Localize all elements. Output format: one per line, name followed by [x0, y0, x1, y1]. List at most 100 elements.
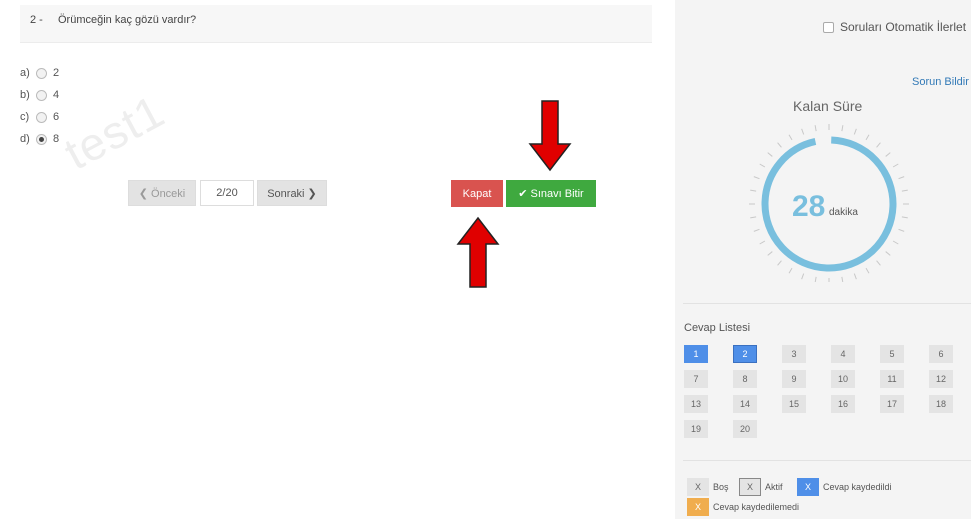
option-value: 4	[53, 89, 60, 101]
question-number: 2 -	[30, 14, 43, 26]
legend-label: Boş	[713, 482, 729, 492]
legend-box-active: X	[739, 478, 761, 496]
timer-tick	[865, 267, 870, 274]
next-button[interactable]: Sonraki ❯	[257, 180, 327, 206]
timer-unit: dakika	[829, 207, 858, 218]
option-radio-selected[interactable]	[36, 133, 47, 145]
option-radio[interactable]	[36, 67, 47, 79]
timer-tick	[759, 163, 766, 168]
answer-cell[interactable]: 12	[929, 370, 953, 388]
answer-cell[interactable]: 1	[684, 345, 708, 363]
legend-box-saved: X	[797, 478, 819, 496]
remaining-time-label: Kalan Süre	[793, 98, 863, 114]
timer-tick	[901, 216, 908, 219]
option-d[interactable]: d) 8	[20, 128, 59, 150]
answer-options: a) 2 b) 4 c) 6 d) 8	[20, 62, 59, 150]
answer-cell[interactable]: 4	[831, 345, 855, 363]
question-text: Örümceğin kaç gözü vardır?	[58, 14, 197, 26]
legend-label: Cevap kaydedilemedi	[713, 502, 800, 512]
question-box: 2 - Örümceğin kaç gözü vardır?	[20, 5, 652, 43]
arrow-down-icon	[528, 100, 572, 172]
timer-tick	[753, 228, 760, 232]
legend-active: X Aktif	[739, 478, 783, 496]
divider	[683, 303, 971, 304]
timer-tick	[801, 128, 805, 135]
legend-empty: X Boş	[687, 478, 729, 496]
timer-value: 28	[792, 190, 826, 223]
legend-label: Cevap kaydedildi	[823, 482, 892, 492]
answer-cell[interactable]: 7	[684, 370, 708, 388]
option-letter: a)	[20, 67, 30, 79]
option-a[interactable]: a) 2	[20, 62, 59, 84]
option-value: 2	[53, 67, 60, 79]
watermark: test1	[55, 84, 173, 180]
option-c[interactable]: c) 6	[20, 106, 59, 128]
arrow-up-icon	[456, 216, 500, 288]
answer-cell[interactable]: 16	[831, 395, 855, 413]
timer-tick	[853, 273, 857, 280]
auto-advance-label: Soruları Otomatik İlerlet	[840, 20, 967, 34]
timer-tick	[788, 134, 793, 141]
answer-cell[interactable]: 17	[880, 395, 904, 413]
auto-advance-checkbox[interactable]	[823, 21, 834, 33]
timer-tick	[767, 251, 773, 256]
answer-cell[interactable]: 3	[782, 345, 806, 363]
timer-tick	[885, 251, 891, 256]
timer-tick	[885, 152, 891, 157]
legend-box-unsaved: X	[687, 498, 709, 516]
timer-tick	[759, 240, 766, 245]
page-indicator: 2/20	[200, 180, 254, 206]
divider	[683, 460, 971, 461]
answer-list-title: Cevap Listesi	[684, 322, 751, 334]
answer-cell[interactable]: 20	[733, 420, 757, 438]
timer-tick	[876, 142, 881, 148]
legend-unsaved: X Cevap kaydedilemedi	[687, 498, 799, 516]
answer-cell[interactable]: 2	[733, 345, 757, 363]
timer-tick	[892, 240, 899, 245]
answer-cell[interactable]: 14	[733, 395, 757, 413]
answer-cell[interactable]: 11	[880, 370, 904, 388]
right-panel: Soruları Otomatik İlerlet Sorun Bildir K…	[675, 0, 971, 519]
timer-tick	[876, 260, 881, 266]
timer-tick	[841, 276, 844, 282]
legend-label: Aktif	[765, 482, 783, 492]
timer-tick	[767, 152, 773, 157]
answer-cell[interactable]: 19	[684, 420, 708, 438]
timer-tick	[801, 273, 805, 280]
answer-cell[interactable]: 5	[880, 345, 904, 363]
timer-tick	[841, 125, 844, 132]
timer-progress-ring	[761, 136, 897, 272]
timer-tick	[814, 276, 817, 282]
timer-tick	[898, 176, 905, 180]
legend-saved: X Cevap kaydedildi	[797, 478, 892, 496]
timer-tick	[898, 228, 905, 232]
timer-tick	[753, 176, 760, 180]
option-value: 8	[53, 133, 60, 145]
answer-cell[interactable]: 9	[782, 370, 806, 388]
answer-cell[interactable]: 18	[929, 395, 953, 413]
option-radio[interactable]	[36, 89, 47, 101]
timer-tick	[814, 125, 817, 132]
previous-button[interactable]: ❮ Önceki	[128, 180, 196, 206]
legend-box-empty: X	[687, 478, 709, 496]
option-value: 6	[53, 111, 60, 123]
auto-advance-toggle[interactable]: Soruları Otomatik İlerlet	[823, 20, 966, 34]
answer-cell[interactable]: 13	[684, 395, 708, 413]
answer-cell[interactable]: 6	[929, 345, 953, 363]
answer-cell[interactable]: 15	[782, 395, 806, 413]
close-button[interactable]: Kapat	[451, 180, 503, 207]
option-radio[interactable]	[36, 111, 47, 123]
finish-exam-button[interactable]: ✔ Sınavı Bitir	[506, 180, 596, 207]
option-letter: d)	[20, 133, 30, 145]
timer-tick	[892, 163, 899, 168]
answer-cell[interactable]: 8	[733, 370, 757, 388]
report-issue-link[interactable]: Sorun Bildir	[912, 76, 969, 88]
option-b[interactable]: b) 4	[20, 84, 59, 106]
answer-cell[interactable]: 10	[831, 370, 855, 388]
timer-ring	[749, 124, 909, 282]
timer-tick	[901, 189, 908, 192]
timer-tick	[853, 128, 857, 135]
timer-tick	[750, 189, 757, 192]
timer-tick	[777, 260, 782, 266]
option-letter: b)	[20, 89, 30, 101]
